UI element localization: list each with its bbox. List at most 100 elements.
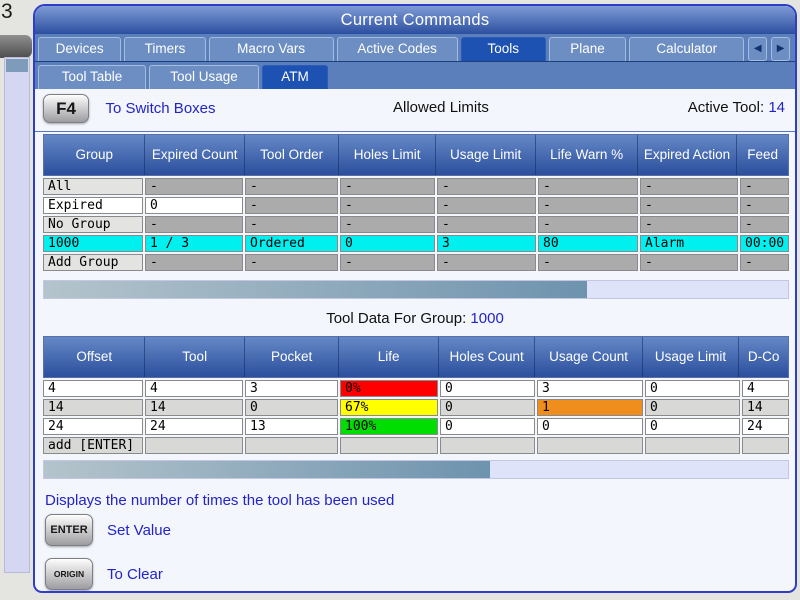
table-cell[interactable]: [645, 437, 740, 454]
subtab-tool-usage[interactable]: Tool Usage: [149, 65, 259, 89]
table-cell[interactable]: -: [437, 178, 536, 195]
table-cell[interactable]: -: [145, 254, 243, 271]
table-cell[interactable]: 14: [742, 399, 789, 416]
table-cell[interactable]: -: [145, 178, 243, 195]
table-cell[interactable]: 4: [43, 380, 143, 397]
table-row[interactable]: Expired0------: [43, 197, 789, 214]
tab-devices[interactable]: Devices: [38, 37, 121, 61]
tool-data-group-label: Tool Data For Group:: [326, 310, 466, 327]
table-cell[interactable]: -: [740, 254, 789, 271]
table-cell[interactable]: -: [145, 216, 243, 233]
table-cell[interactable]: -: [340, 216, 435, 233]
table-cell[interactable]: -: [245, 197, 338, 214]
table-row[interactable]: No Group-------: [43, 216, 789, 233]
table-row[interactable]: 10001 / 3Ordered0380Alarm00:00: [43, 235, 789, 252]
table-cell[interactable]: 4: [145, 380, 243, 397]
table-cell[interactable]: 100%: [340, 418, 438, 435]
table-cell[interactable]: 0: [440, 399, 535, 416]
table-cell[interactable]: -: [740, 197, 789, 214]
table-cell[interactable]: -: [245, 178, 338, 195]
table-cell[interactable]: All: [43, 178, 143, 195]
table-cell[interactable]: 0: [645, 418, 740, 435]
table-cell[interactable]: -: [538, 178, 638, 195]
table-row[interactable]: 1414067%01014: [43, 399, 789, 416]
tab-scroll-left-button[interactable]: ◀: [748, 37, 767, 61]
table-cell[interactable]: 24: [145, 418, 243, 435]
table-cell[interactable]: 14: [145, 399, 243, 416]
table-cell[interactable]: -: [640, 216, 738, 233]
tab-timers[interactable]: Timers: [124, 37, 205, 61]
table-cell[interactable]: 0: [645, 380, 740, 397]
table-cell[interactable]: 0: [145, 197, 243, 214]
table-cell[interactable]: -: [740, 178, 789, 195]
table-row[interactable]: 242413100%00024: [43, 418, 789, 435]
table-cell[interactable]: 0: [340, 235, 435, 252]
table-cell[interactable]: [742, 437, 789, 454]
table-cell[interactable]: 24: [742, 418, 789, 435]
table-cell[interactable]: -: [340, 178, 435, 195]
table-cell[interactable]: -: [340, 197, 435, 214]
tab-macro-vars[interactable]: Macro Vars: [209, 37, 334, 61]
table-cell[interactable]: 14: [43, 399, 143, 416]
table-cell[interactable]: 0: [440, 380, 535, 397]
table-cell[interactable]: Ordered: [245, 235, 338, 252]
table-cell[interactable]: -: [437, 197, 536, 214]
table-cell[interactable]: -: [245, 254, 338, 271]
table-row[interactable]: All-------: [43, 178, 789, 195]
table-cell[interactable]: 0: [537, 418, 643, 435]
table-cell[interactable]: 13: [245, 418, 338, 435]
table-cell[interactable]: 1: [537, 399, 643, 416]
table-cell[interactable]: 4: [742, 380, 789, 397]
table-cell[interactable]: add [ENTER]: [43, 437, 143, 454]
tool-table-scrollbar[interactable]: [43, 460, 789, 479]
subtab-atm[interactable]: ATM: [262, 65, 328, 89]
table-cell[interactable]: 24: [43, 418, 143, 435]
table-row[interactable]: 4430%0304: [43, 380, 789, 397]
table-cell[interactable]: 80: [538, 235, 638, 252]
table-cell[interactable]: 0%: [340, 380, 438, 397]
table-cell[interactable]: No Group: [43, 216, 143, 233]
tab-scroll-right-button[interactable]: ▶: [771, 37, 790, 61]
table-cell[interactable]: Expired: [43, 197, 143, 214]
table-cell[interactable]: -: [640, 178, 738, 195]
tab-active-codes[interactable]: Active Codes: [337, 37, 458, 61]
table-row[interactable]: Add Group-------: [43, 254, 789, 271]
table-cell[interactable]: -: [538, 197, 638, 214]
column-header: Tool Order: [245, 135, 340, 175]
table-cell[interactable]: 00:00: [740, 235, 789, 252]
table-cell[interactable]: [145, 437, 243, 454]
table-cell[interactable]: 0: [245, 399, 338, 416]
table-cell[interactable]: Alarm: [640, 235, 738, 252]
table-cell[interactable]: 0: [645, 399, 740, 416]
tab-calculator[interactable]: Calculator: [629, 37, 744, 61]
subtab-tool-table[interactable]: Tool Table: [38, 65, 146, 89]
table-cell[interactable]: 3: [245, 380, 338, 397]
tab-plane[interactable]: Plane: [549, 37, 626, 61]
table-cell[interactable]: 1000: [43, 235, 143, 252]
table-cell[interactable]: -: [640, 254, 738, 271]
table-cell[interactable]: -: [640, 197, 738, 214]
table-cell[interactable]: -: [437, 254, 536, 271]
table-cell[interactable]: -: [245, 216, 338, 233]
table-cell[interactable]: -: [340, 254, 435, 271]
table-cell[interactable]: [245, 437, 338, 454]
group-table-scrollbar-thumb[interactable]: [44, 281, 587, 298]
table-cell[interactable]: -: [538, 216, 638, 233]
table-cell[interactable]: -: [538, 254, 638, 271]
table-cell[interactable]: [340, 437, 438, 454]
table-cell[interactable]: Add Group: [43, 254, 143, 271]
table-cell[interactable]: -: [437, 216, 536, 233]
table-cell[interactable]: 1 / 3: [145, 235, 243, 252]
table-cell[interactable]: -: [740, 216, 789, 233]
table-cell[interactable]: 3: [437, 235, 536, 252]
group-table-scrollbar[interactable]: [43, 280, 789, 299]
background-side-panel-cap: [6, 59, 28, 72]
tool-table-scrollbar-thumb[interactable]: [44, 461, 490, 478]
table-cell[interactable]: 3: [537, 380, 643, 397]
table-cell[interactable]: [537, 437, 643, 454]
table-row[interactable]: add [ENTER]: [43, 437, 789, 454]
table-cell[interactable]: 0: [440, 418, 535, 435]
table-cell[interactable]: [440, 437, 535, 454]
tab-tools[interactable]: Tools: [461, 37, 546, 61]
table-cell[interactable]: 67%: [340, 399, 438, 416]
